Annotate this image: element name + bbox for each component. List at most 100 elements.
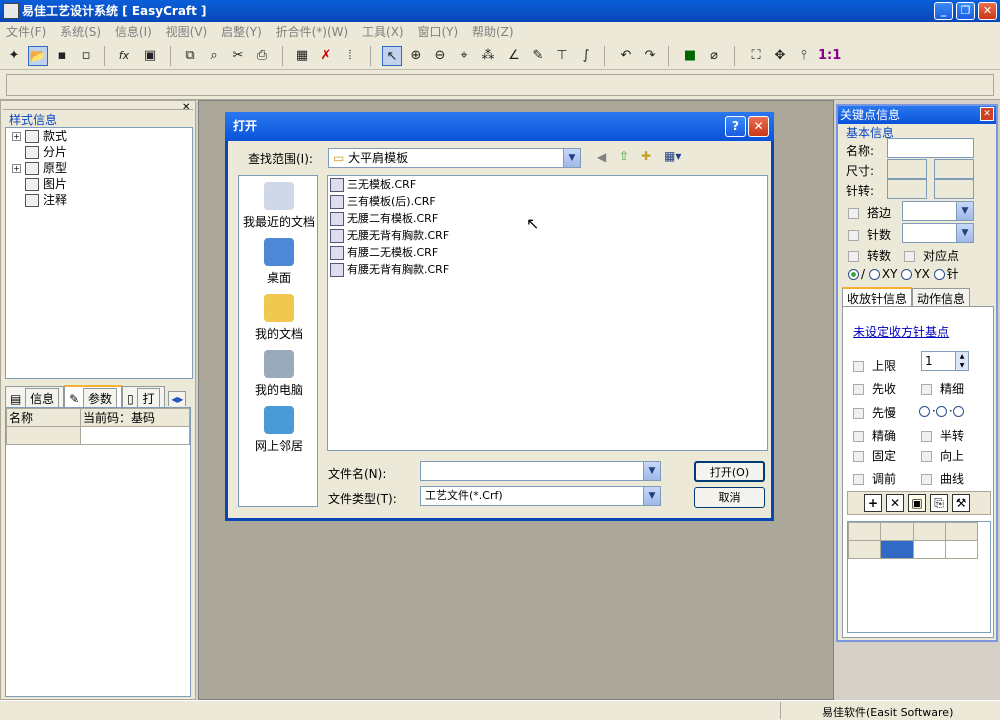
select-points-icon[interactable]: ⁂ [478, 46, 498, 66]
menu-help[interactable]: 帮助(Z) [466, 22, 518, 42]
tab-print[interactable]: ▯ 打 [122, 386, 165, 409]
menu-system[interactable]: 系统(S) [54, 22, 105, 42]
size-input-1[interactable] [887, 159, 927, 179]
curve-icon[interactable]: ∫ [576, 46, 596, 66]
chevron-down-icon[interactable]: ▼ [643, 462, 660, 480]
center-icon[interactable]: ✥ [770, 46, 790, 66]
pointer-icon[interactable]: ↖ [382, 46, 402, 66]
page-icon[interactable]: ▫ [76, 46, 96, 66]
check-jingque[interactable]: 精确 [853, 427, 896, 444]
delete-icon[interactable]: ✗ [316, 46, 336, 66]
needle-input-1[interactable] [887, 179, 927, 199]
panel-close-icon[interactable]: ✕ [980, 107, 994, 121]
check-zhenshu[interactable]: 针数 [848, 226, 891, 243]
place-network[interactable]: 网上邻居 [239, 406, 319, 454]
needle-input-2[interactable] [934, 179, 974, 199]
minimize-button[interactable]: _ [934, 2, 953, 20]
radio-yx[interactable]: YX [901, 267, 930, 281]
list-item[interactable]: 有腰无背有胸款.CRF [330, 262, 449, 278]
menu-tools[interactable]: 工具(X) [356, 22, 408, 42]
tab-action[interactable]: 动作信息 [912, 288, 971, 308]
tab-scroll-arrows[interactable]: ◂▸ [168, 391, 187, 406]
redo-icon[interactable]: ↷ [640, 46, 660, 66]
tree-item-note[interactable]: 注释 [6, 192, 192, 208]
close-button[interactable]: ✕ [978, 2, 997, 20]
check-jingxi[interactable]: 精细 [921, 380, 964, 397]
save-icon[interactable]: ▪ [52, 46, 72, 66]
undo-icon[interactable]: ↶ [616, 46, 636, 66]
check-tiaoqian[interactable]: 调前 [853, 470, 896, 487]
check-xianman[interactable]: 先慢 [853, 404, 896, 421]
radio-speed-3[interactable] [952, 406, 964, 417]
menu-adjust[interactable]: 启整(Y) [215, 22, 266, 42]
chevron-down-icon[interactable]: ▼ [643, 487, 660, 505]
menu-file[interactable]: 文件(F) [0, 22, 50, 42]
attach-icon[interactable]: ⌀ [704, 46, 724, 66]
set-base-point-link[interactable]: 未设定收方针基点 [853, 323, 949, 340]
measure-icon[interactable]: ⊤ [552, 46, 572, 66]
tab-shoufang[interactable]: 收放针信息 [842, 287, 913, 308]
book-icon[interactable]: ■ [680, 46, 700, 66]
view-menu-icon[interactable]: ▦▾ [664, 149, 681, 163]
panel-close-icon[interactable]: ✕ [182, 102, 190, 113]
radio-slash[interactable]: / [848, 267, 865, 281]
add-row-icon[interactable]: + [864, 494, 882, 512]
function-icon[interactable]: fx [114, 46, 134, 66]
list-item[interactable]: 有腰二无模板.CRF [330, 245, 438, 261]
help-button[interactable]: ? [725, 116, 746, 137]
copy-row-icon[interactable]: ▣ [908, 494, 926, 512]
zoom-in-icon[interactable]: ⊕ [406, 46, 426, 66]
radio-speed-1[interactable] [919, 406, 930, 417]
check-guding[interactable]: 固定 [853, 447, 896, 464]
zoom-window-icon[interactable]: ⌖ [454, 46, 474, 66]
check-quxian[interactable]: 曲线 [921, 470, 964, 487]
radio-needle[interactable]: 针 [933, 267, 959, 281]
fit-icon[interactable]: ⛶ [746, 46, 766, 66]
selected-cell[interactable] [880, 540, 914, 559]
table-row[interactable] [6, 426, 81, 445]
chevron-down-icon[interactable]: ▼ [956, 202, 973, 220]
tab-params[interactable]: ✎ 参数 [64, 385, 123, 409]
shoufang-grid[interactable] [847, 521, 991, 633]
layers-icon[interactable]: ▣ [140, 46, 160, 66]
place-documents[interactable]: 我的文档 [239, 294, 319, 342]
menu-window[interactable]: 窗口(Y) [411, 22, 462, 42]
command-input[interactable] [6, 74, 994, 96]
up-folder-icon[interactable]: ⇧ [619, 149, 629, 163]
name-input[interactable] [887, 138, 974, 158]
check-dabian[interactable]: 搭边 [848, 204, 891, 221]
tree-item-image[interactable]: 图片 [6, 176, 192, 192]
ratio-icon[interactable]: 1:1 [818, 46, 841, 66]
dabian-select[interactable]: ▼ [902, 201, 974, 221]
file-list[interactable]: 三无模板.CRF 三有模板(后).CRF 无腰二有模板.CRF 无腰无背有胸款.… [327, 175, 768, 451]
radio-xy[interactable]: XY [868, 267, 897, 281]
check-xiangshang[interactable]: 向上 [921, 447, 964, 464]
style-tree[interactable]: + 款式 分片 + 原型 图片 注释 [5, 127, 193, 379]
list-item[interactable]: 无腰无背有胸款.CRF [330, 228, 449, 244]
tools-icon[interactable]: ✂ [228, 46, 248, 66]
new-icon[interactable]: ✦ [4, 46, 24, 66]
new-folder-icon[interactable]: ✚ [641, 149, 651, 163]
menu-info[interactable]: 信息(I) [109, 22, 156, 42]
size-input-2[interactable] [934, 159, 974, 179]
preview-icon[interactable]: ⌕ [204, 46, 224, 66]
maximize-button[interactable]: ❐ [956, 2, 975, 20]
tree-item-style[interactable]: + 款式 [6, 128, 192, 144]
upper-limit-stepper[interactable]: 1 ▲ ▼ [921, 351, 969, 371]
tree-item-prototype[interactable]: + 原型 [6, 160, 192, 176]
menu-view[interactable]: 视图(V) [160, 22, 212, 42]
tab-info[interactable]: ▤ 信息 [5, 386, 65, 409]
place-desktop[interactable]: 桌面 [239, 238, 319, 286]
filename-input[interactable]: ▼ [420, 461, 661, 481]
place-recent[interactable]: 我最近的文档 [239, 182, 319, 230]
chevron-down-icon[interactable]: ▼ [563, 149, 580, 167]
columns-icon[interactable]: ⦙ [340, 46, 360, 66]
paste-row-icon[interactable]: ⎘ [930, 494, 948, 512]
chevron-down-icon[interactable]: ▼ [956, 224, 973, 242]
check-zhuanshu[interactable]: 转数 [848, 247, 891, 264]
check-upper-limit[interactable]: 上限 [853, 357, 896, 374]
zhenshu-select[interactable]: ▼ [902, 223, 974, 243]
open-icon[interactable]: 📂 [28, 46, 48, 66]
back-icon[interactable]: ◀ [597, 150, 606, 164]
grid-icon[interactable]: ▦ [292, 46, 312, 66]
